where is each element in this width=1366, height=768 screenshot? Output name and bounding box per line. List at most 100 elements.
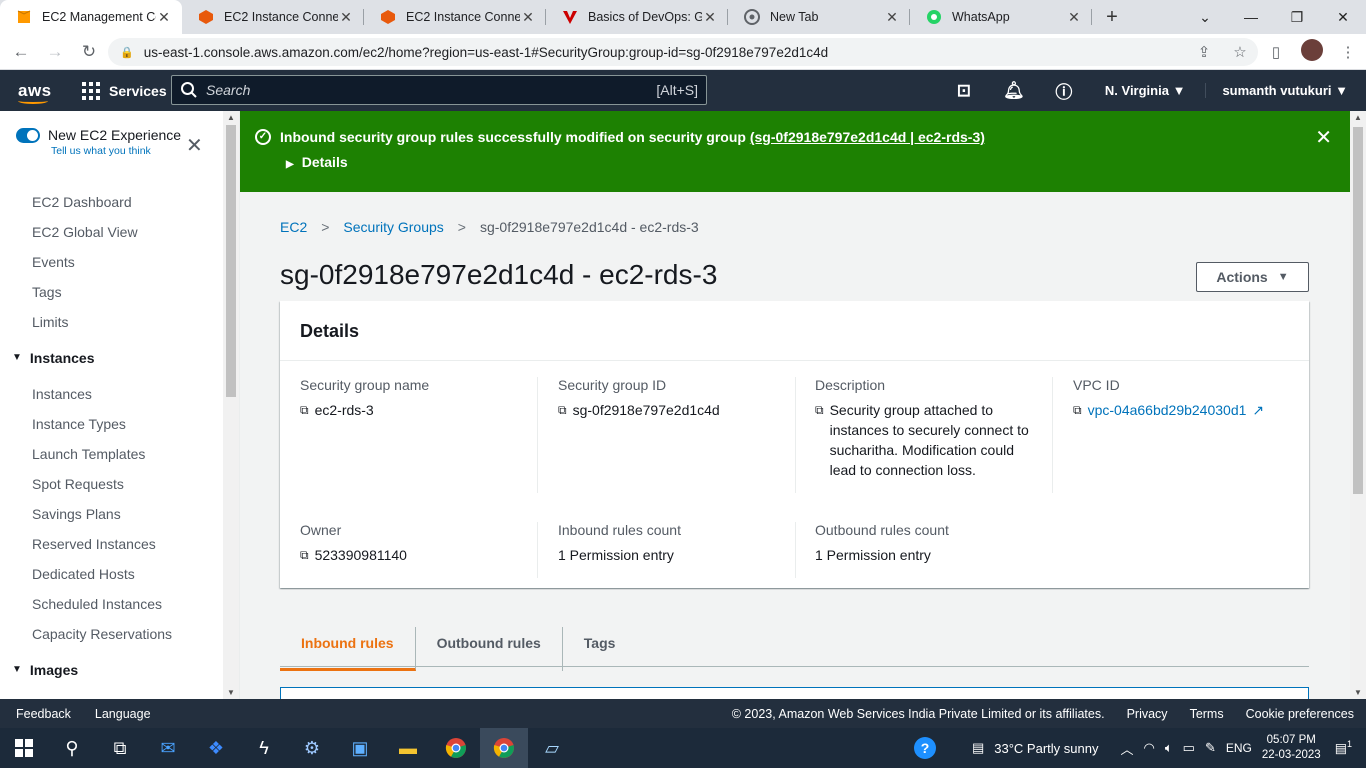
browser-tab-new-tab[interactable]: New Tab ✕ bbox=[728, 0, 910, 34]
browser-tab-ec2-management[interactable]: EC2 Management Con ✕ bbox=[0, 0, 182, 34]
sidebar-item-ec2-global-view[interactable]: EC2 Global View bbox=[0, 217, 224, 247]
scroll-down-icon[interactable]: ▼ bbox=[223, 688, 239, 697]
reload-icon[interactable]: ↻ bbox=[72, 42, 106, 62]
tab-outbound-rules[interactable]: Outbound rules bbox=[416, 627, 563, 671]
close-icon[interactable]: ✕ bbox=[520, 9, 536, 26]
close-sidebar-icon[interactable]: ✕ bbox=[186, 133, 203, 158]
restore-icon[interactable]: ❐ bbox=[1274, 0, 1320, 34]
cloudshell-icon[interactable]: ⊡ bbox=[939, 81, 989, 101]
breadcrumb-security-groups[interactable]: Security Groups bbox=[343, 219, 443, 235]
language-indicator[interactable]: ENG bbox=[1226, 741, 1252, 755]
sidebar-section-images[interactable]: ▼ Images bbox=[0, 649, 224, 691]
scroll-thumb[interactable] bbox=[1353, 127, 1363, 494]
aws-logo[interactable]: aws bbox=[18, 81, 60, 104]
task-view-icon[interactable]: ⧉ bbox=[96, 728, 144, 768]
sidebar-item-spot-requests[interactable]: Spot Requests bbox=[0, 469, 224, 499]
search-input[interactable]: Search [Alt+S] bbox=[171, 75, 707, 105]
sidebar-item-reserved-instances[interactable]: Reserved Instances bbox=[0, 529, 224, 559]
tab-tags[interactable]: Tags bbox=[563, 627, 637, 671]
close-icon[interactable]: ✕ bbox=[884, 9, 900, 26]
share-icon[interactable]: ⇪ bbox=[1186, 43, 1222, 61]
bookmark-star-icon[interactable]: ☆ bbox=[1222, 43, 1258, 61]
chrome-profile-icon[interactable] bbox=[480, 728, 528, 768]
scroll-up-icon[interactable]: ▲ bbox=[1350, 113, 1366, 122]
language-link[interactable]: Language bbox=[95, 707, 151, 721]
scroll-down-icon[interactable]: ▼ bbox=[1350, 688, 1366, 697]
copy-icon[interactable]: ⧉ bbox=[558, 400, 567, 420]
sidebar-section-instances[interactable]: ▼ Instances bbox=[0, 337, 224, 379]
browser-tab-instance-connect-2[interactable]: EC2 Instance Connect ✕ bbox=[364, 0, 546, 34]
sidebar-item-dedicated-hosts[interactable]: Dedicated Hosts bbox=[0, 559, 224, 589]
pen-icon[interactable]: ✎ bbox=[1205, 740, 1216, 756]
weather-icon[interactable]: ▤ bbox=[972, 740, 984, 756]
sidebar-item-savings-plans[interactable]: Savings Plans bbox=[0, 499, 224, 529]
close-icon[interactable]: ✕ bbox=[1066, 9, 1082, 26]
copy-icon[interactable]: ⧉ bbox=[300, 400, 309, 420]
external-link-icon[interactable]: ↗ bbox=[1252, 400, 1264, 420]
lightning-app-icon[interactable]: ϟ bbox=[240, 728, 288, 768]
sidebar-item-events[interactable]: Events bbox=[0, 247, 224, 277]
copy-icon[interactable]: ⧉ bbox=[300, 545, 309, 565]
sidebar-item-instance-types[interactable]: Instance Types bbox=[0, 409, 224, 439]
copy-icon[interactable]: ⧉ bbox=[1073, 400, 1082, 420]
close-window-icon[interactable]: ✕ bbox=[1320, 0, 1366, 34]
chevron-down-icon[interactable]: ⌄ bbox=[1182, 0, 1228, 34]
bell-icon[interactable]: 🔔︎ bbox=[989, 81, 1039, 101]
feedback-link[interactable]: Tell us what you think bbox=[51, 145, 181, 157]
side-panel-icon[interactable]: ▯ bbox=[1258, 43, 1294, 61]
copy-icon[interactable]: ⧉ bbox=[815, 400, 824, 480]
scroll-up-icon[interactable]: ▲ bbox=[223, 113, 239, 122]
chevron-up-icon[interactable]: ︿ bbox=[1120, 739, 1133, 758]
chrome-icon[interactable] bbox=[432, 728, 480, 768]
sidebar-item-launch-templates[interactable]: Launch Templates bbox=[0, 439, 224, 469]
services-menu-button[interactable]: Services bbox=[82, 81, 167, 100]
browser-tab-whatsapp[interactable]: WhatsApp ✕ bbox=[910, 0, 1092, 34]
vpc-id-link[interactable]: vpc-04a66bd29b24030d1 bbox=[1088, 400, 1247, 420]
sidebar-item-scheduled-instances[interactable]: Scheduled Instances bbox=[0, 589, 224, 619]
close-icon[interactable]: ✕ bbox=[702, 9, 718, 26]
lock-icon[interactable]: 🔒 bbox=[120, 46, 134, 59]
minimize-icon[interactable]: — bbox=[1228, 0, 1274, 34]
close-icon[interactable]: ✕ bbox=[1315, 125, 1332, 150]
help-icon[interactable]: ⓘ bbox=[1039, 78, 1089, 103]
region-selector[interactable]: N. Virginia ▼ bbox=[1089, 83, 1206, 98]
close-icon[interactable]: ✕ bbox=[156, 9, 172, 26]
notepad-icon[interactable]: ▱ bbox=[528, 728, 576, 768]
back-icon[interactable]: ← bbox=[4, 42, 38, 62]
new-experience-toggle[interactable] bbox=[16, 128, 40, 143]
dropbox-icon[interactable]: ❖ bbox=[192, 728, 240, 768]
sidebar-item-capacity-reservations[interactable]: Capacity Reservations bbox=[0, 619, 224, 649]
mail-icon[interactable]: ✉ bbox=[144, 728, 192, 768]
sidebar-item-ec2-dashboard[interactable]: EC2 Dashboard bbox=[0, 187, 224, 217]
photos-icon[interactable]: ▣ bbox=[336, 728, 384, 768]
feedback-link[interactable]: Feedback bbox=[16, 707, 71, 721]
terms-link[interactable]: Terms bbox=[1190, 707, 1224, 721]
tab-inbound-rules[interactable]: Inbound rules bbox=[280, 627, 416, 671]
more-menu-icon[interactable]: ⋮ bbox=[1330, 43, 1366, 61]
flash-sg-link[interactable]: (sg-0f2918e797e2d1c4d | ec2-rds-3) bbox=[750, 129, 985, 145]
cookie-preferences-link[interactable]: Cookie preferences bbox=[1246, 707, 1354, 721]
forward-icon[interactable]: → bbox=[38, 42, 72, 62]
actions-button[interactable]: Actions ▼ bbox=[1196, 262, 1309, 292]
sidebar-item-tags[interactable]: Tags bbox=[0, 277, 224, 307]
help-icon[interactable]: ? bbox=[913, 737, 936, 759]
battery-icon[interactable]: ▭ bbox=[1183, 740, 1195, 756]
sidebar-item-instances[interactable]: Instances bbox=[0, 379, 224, 409]
sidebar-item-limits[interactable]: Limits bbox=[0, 307, 224, 337]
weather-text[interactable]: 33°C Partly sunny bbox=[994, 741, 1098, 756]
wifi-icon[interactable]: ◠ bbox=[1143, 740, 1154, 756]
clock[interactable]: 05:07 PM 22-03-2023 bbox=[1262, 733, 1321, 763]
close-icon[interactable]: ✕ bbox=[338, 9, 354, 26]
volume-icon[interactable]: 🔈︎ bbox=[1165, 740, 1173, 756]
new-tab-button[interactable]: + bbox=[1092, 0, 1132, 34]
sidebar-scrollbar[interactable]: ▲ ▼ bbox=[223, 111, 239, 699]
flash-details-toggle[interactable]: ▶ Details bbox=[286, 154, 348, 170]
privacy-link[interactable]: Privacy bbox=[1127, 707, 1168, 721]
browser-tab-devops[interactable]: Basics of DevOps: Gra ✕ bbox=[546, 0, 728, 34]
main-scrollbar[interactable]: ▲ ▼ bbox=[1350, 111, 1366, 699]
settings-gear-icon[interactable]: ⚙ bbox=[288, 728, 336, 768]
scroll-thumb[interactable] bbox=[226, 125, 236, 397]
start-button[interactable] bbox=[0, 728, 48, 768]
account-menu[interactable]: sumanth vutukuri ▼ bbox=[1205, 83, 1366, 98]
browser-tab-instance-connect-1[interactable]: EC2 Instance Connect ✕ bbox=[182, 0, 364, 34]
